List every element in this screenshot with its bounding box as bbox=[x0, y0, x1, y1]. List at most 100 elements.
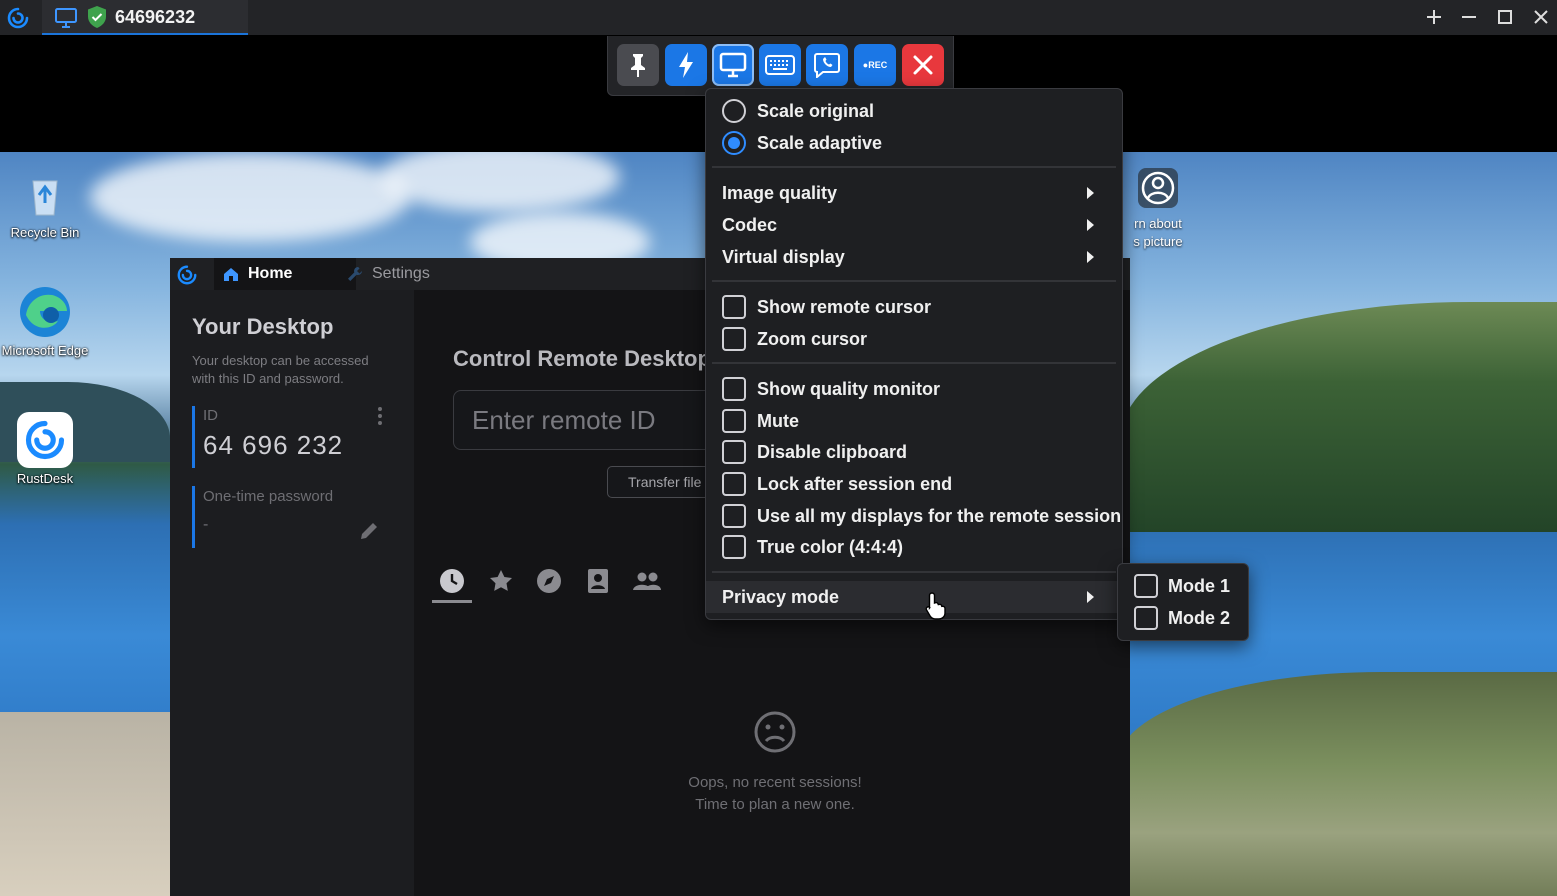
tab-group[interactable] bbox=[632, 566, 662, 596]
menu-disable-clipboard[interactable]: Disable clipboard bbox=[706, 436, 1122, 468]
desktop-icon-recycle-bin[interactable]: Recycle Bin bbox=[0, 166, 90, 242]
more-vertical-icon[interactable] bbox=[376, 406, 384, 426]
group-icon bbox=[633, 572, 661, 590]
address-book-icon bbox=[588, 569, 608, 593]
recycle-bin-icon bbox=[17, 166, 73, 222]
tab-discovered[interactable] bbox=[534, 566, 564, 596]
menu-show-quality-monitor[interactable]: Show quality monitor bbox=[706, 373, 1122, 405]
pin-icon bbox=[631, 54, 645, 77]
checkbox-disable-clipboard[interactable] bbox=[722, 440, 746, 464]
password-label: One-time password bbox=[203, 488, 334, 505]
maximize-icon[interactable] bbox=[1494, 6, 1516, 28]
camera-info-icon bbox=[1138, 168, 1178, 208]
session-id-title: 64696232 bbox=[115, 7, 196, 27]
minimize-icon[interactable] bbox=[1458, 6, 1480, 28]
menu-zoom-cursor[interactable]: Zoom cursor bbox=[706, 323, 1122, 355]
menu-item-label: Scale adaptive bbox=[757, 132, 883, 153]
submenu-arrow-icon bbox=[1087, 251, 1094, 263]
recent-sessions-tabs bbox=[432, 560, 712, 604]
rustdesk-logo-icon bbox=[7, 7, 29, 29]
menu-lock-after-session-end[interactable]: Lock after session end bbox=[706, 468, 1122, 500]
tab-favorites[interactable] bbox=[486, 566, 516, 596]
menu-separator bbox=[712, 571, 1116, 573]
menu-codec[interactable]: Codec bbox=[706, 209, 1122, 241]
radio-scale-adaptive[interactable] bbox=[722, 131, 746, 155]
tab-settings-label: Settings bbox=[372, 265, 430, 282]
pin-toolbar-button[interactable] bbox=[617, 44, 659, 86]
menu-mute[interactable]: Mute bbox=[706, 405, 1122, 437]
menu-true-color[interactable]: True color (4:4:4) bbox=[706, 531, 1122, 563]
menu-item-label: Virtual display bbox=[722, 246, 845, 267]
menu-scale-adaptive[interactable]: Scale adaptive bbox=[706, 127, 1122, 159]
star-icon bbox=[490, 570, 512, 591]
menu-use-all-displays[interactable]: Use all my displays for the remote sessi… bbox=[706, 500, 1122, 532]
empty-sessions-message: Oops, no recent sessions! Time to plan a… bbox=[610, 772, 940, 816]
checkbox-true-color[interactable] bbox=[722, 535, 746, 559]
menu-show-remote-cursor[interactable]: Show remote cursor bbox=[706, 291, 1122, 323]
menu-privacy-mode[interactable]: Privacy mode bbox=[706, 581, 1122, 613]
id-value: 64 696 232 bbox=[203, 430, 344, 460]
desktop-icon-rustdesk[interactable]: RustDesk bbox=[0, 412, 90, 488]
actions-button[interactable] bbox=[665, 44, 707, 86]
close-window-icon[interactable] bbox=[1530, 6, 1552, 28]
tab-address-book[interactable] bbox=[583, 566, 613, 596]
menu-item-label: Mode 2 bbox=[1168, 607, 1231, 628]
recent-tab-indicator bbox=[432, 600, 472, 603]
menu-privacy-mode-2[interactable]: Mode 2 bbox=[1118, 602, 1248, 634]
monitor-icon bbox=[55, 8, 77, 28]
edit-pencil-icon[interactable] bbox=[358, 520, 380, 542]
desktop-icon-label: Recycle Bin bbox=[10, 225, 80, 240]
session-tab[interactable]: 64696232 bbox=[42, 0, 248, 35]
your-desktop-description: Your desktop can be accessed with this I… bbox=[192, 353, 369, 386]
checkbox-lock-after-session-end[interactable] bbox=[722, 472, 746, 496]
menu-item-label: Zoom cursor bbox=[757, 328, 868, 349]
remote-id-input[interactable]: Enter remote ID bbox=[453, 390, 723, 450]
close-session-button[interactable] bbox=[902, 44, 944, 86]
display-menu: Scale original Scale adaptive Image qual… bbox=[705, 88, 1123, 620]
checkbox-mode-2[interactable] bbox=[1134, 606, 1158, 630]
id-accent-bar bbox=[192, 406, 195, 468]
checkbox-use-all-displays[interactable] bbox=[722, 504, 746, 528]
menu-privacy-mode-1[interactable]: Mode 1 bbox=[1118, 570, 1248, 602]
checkbox-show-quality-monitor[interactable] bbox=[722, 377, 746, 401]
keyboard-button[interactable] bbox=[759, 44, 801, 86]
record-button[interactable]: ●REC bbox=[854, 44, 896, 86]
menu-separator bbox=[712, 280, 1116, 282]
clock-icon bbox=[440, 569, 464, 593]
tab-settings[interactable]: Settings bbox=[346, 258, 486, 290]
phone-chat-icon bbox=[814, 53, 840, 78]
checkbox-show-remote-cursor[interactable] bbox=[722, 295, 746, 319]
checkbox-zoom-cursor[interactable] bbox=[722, 327, 746, 351]
menu-image-quality[interactable]: Image quality bbox=[706, 177, 1122, 209]
menu-separator bbox=[712, 166, 1116, 168]
desktop-icon-about-picture[interactable]: rn about s picture bbox=[1118, 166, 1198, 251]
wallpaper-hill bbox=[1120, 302, 1557, 532]
tab-home[interactable]: Home bbox=[214, 258, 356, 290]
display-settings-button[interactable] bbox=[712, 44, 754, 86]
checkbox-mute[interactable] bbox=[722, 409, 746, 433]
radio-scale-original[interactable] bbox=[722, 99, 746, 123]
rustdesk-logo-icon bbox=[177, 265, 197, 285]
your-desktop-title: Your Desktop bbox=[192, 314, 334, 339]
menu-virtual-display[interactable]: Virtual display bbox=[706, 241, 1122, 273]
checkbox-mode-1[interactable] bbox=[1134, 574, 1158, 598]
keyboard-icon bbox=[765, 55, 795, 75]
menu-separator bbox=[712, 362, 1116, 364]
tab-home-label: Home bbox=[248, 265, 293, 282]
privacy-mode-submenu: Mode 1 Mode 2 bbox=[1117, 563, 1249, 641]
menu-scale-original[interactable]: Scale original bbox=[706, 95, 1122, 127]
sad-face-icon bbox=[754, 711, 796, 753]
empty-line-1: Oops, no recent sessions! bbox=[688, 774, 862, 791]
menu-item-label: Scale original bbox=[757, 100, 875, 121]
wallpaper-cloud bbox=[90, 152, 410, 242]
tab-recent[interactable] bbox=[437, 566, 467, 596]
chat-button[interactable] bbox=[806, 44, 848, 86]
home-icon bbox=[224, 268, 238, 281]
add-tab-icon[interactable] bbox=[1423, 6, 1445, 28]
wrench-icon bbox=[348, 267, 362, 281]
menu-item-label: Codec bbox=[722, 214, 778, 235]
transfer-file-button[interactable]: Transfer file bbox=[607, 466, 717, 498]
desktop-icon-edge[interactable]: Microsoft Edge bbox=[0, 284, 90, 360]
desktop-icon-label: RustDesk bbox=[16, 471, 74, 486]
control-remote-title: Control Remote Desktop bbox=[453, 346, 711, 371]
